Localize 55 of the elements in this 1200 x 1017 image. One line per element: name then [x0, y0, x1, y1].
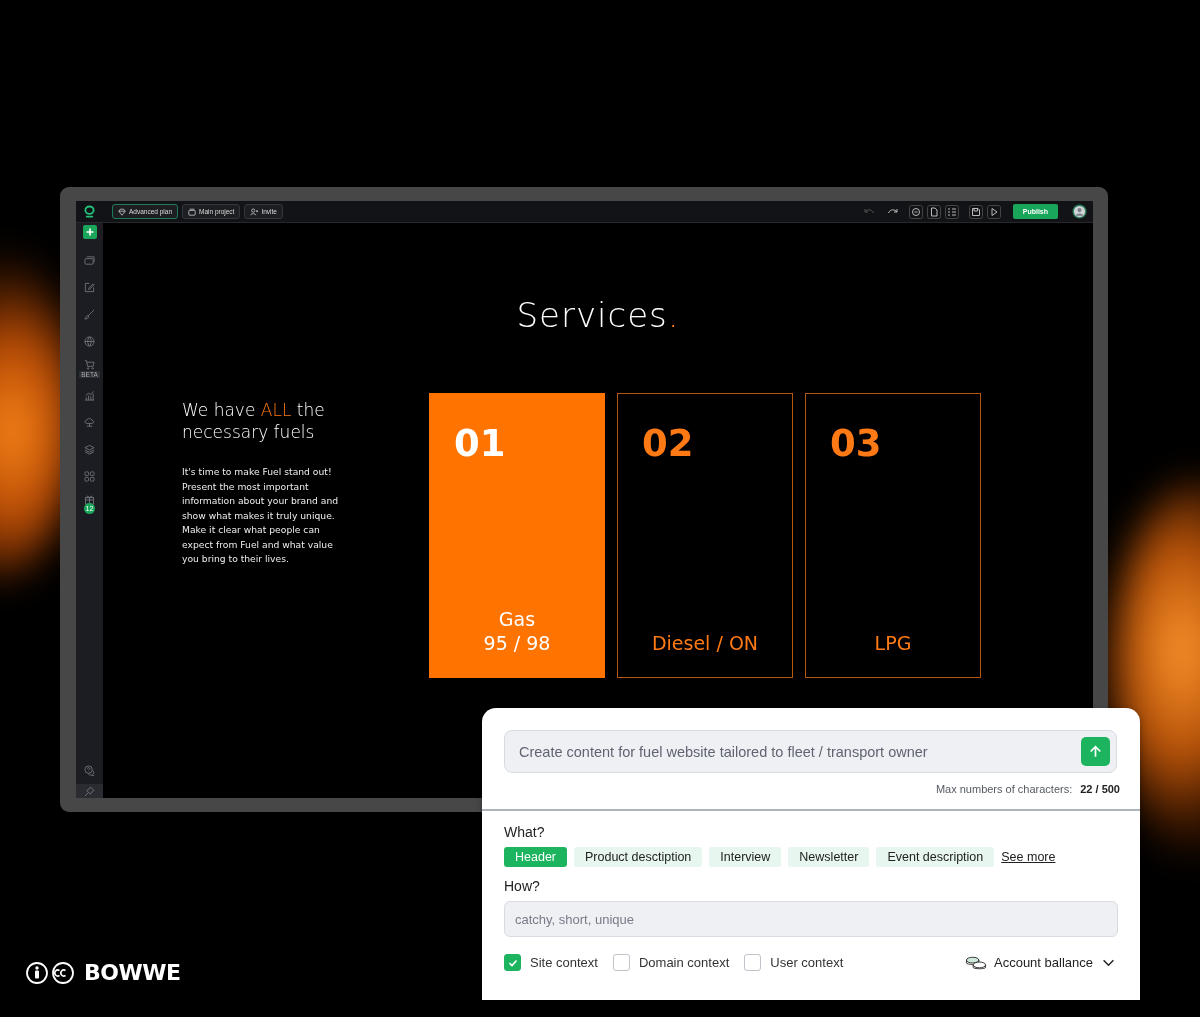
see-more-link[interactable]: See more [1001, 850, 1056, 864]
cards-icon[interactable] [84, 255, 95, 266]
add-user-icon [250, 207, 259, 216]
card-label: Diesel / ON [650, 631, 760, 655]
file-icon[interactable] [926, 204, 941, 219]
creative-commons-icon [52, 961, 74, 984]
chart-icon[interactable] [84, 390, 95, 401]
save-icon[interactable] [968, 204, 983, 219]
section-title: Services. [515, 295, 681, 335]
prompt-input-field[interactable]: Create content for fuel website tailored to fleet / transport owner [504, 730, 1117, 773]
what-label: What? [504, 823, 546, 841]
help-icon[interactable] [84, 765, 95, 776]
checkbox[interactable] [744, 954, 762, 971]
brand-logo: BOWWE [84, 960, 181, 985]
arrow-up-icon [1088, 744, 1103, 759]
logo-icon[interactable] [84, 205, 95, 218]
avatar-icon[interactable] [1072, 204, 1087, 219]
send-button[interactable] [1081, 737, 1110, 766]
checkbox[interactable] [504, 954, 521, 971]
account-balance-dropdown[interactable]: Account ballance [994, 955, 1115, 970]
checkbox-label: Site context [530, 955, 598, 970]
card-number: 02 [641, 424, 695, 464]
section-heading: We have ALL the necessary fuels [182, 399, 326, 443]
checkbox-label: User context [770, 955, 844, 970]
attribution-icon [26, 961, 48, 984]
comment-icon[interactable] [908, 204, 923, 219]
folder-icon [188, 207, 196, 216]
card-number: 03 [829, 424, 883, 464]
globe-icon[interactable] [84, 336, 95, 347]
pin-icon[interactable] [84, 785, 95, 797]
card-label: Gas 95 / 98 [482, 607, 552, 655]
card-number: 01 [453, 424, 507, 464]
style-input-field[interactable]: catchy, short, unique [504, 901, 1118, 937]
coins-icon [965, 954, 988, 971]
checkbox[interactable] [612, 954, 630, 971]
section-paragraph: It's time to make Fuel stand out! Present the most important information about your brand and show what makes it truly unique. Make it clear what people can expect from Fuel and what value you bring to their lives. [182, 465, 340, 566]
how-label: How? [504, 877, 541, 895]
checkbox-label: Domain context [638, 955, 730, 970]
content-type-chip[interactable]: Interview [709, 847, 782, 867]
cloud-icon[interactable] [84, 417, 95, 428]
add-button[interactable] [82, 225, 97, 239]
content-type-chip[interactable]: Event description [876, 847, 995, 867]
card-label: LPG [873, 631, 913, 655]
play-icon[interactable] [986, 204, 1001, 219]
content-type-chip[interactable]: Product desctiption [574, 847, 703, 867]
cart-icon[interactable] [84, 359, 95, 370]
brush-icon[interactable] [84, 309, 95, 320]
gift-icon[interactable] [84, 493, 95, 505]
content-type-chip[interactable]: Newsletter [788, 847, 870, 867]
counter-label: Max numbers of characters: [935, 783, 1073, 795]
edit-icon[interactable] [84, 282, 95, 293]
character-counter: 22 / 500 [1080, 783, 1120, 795]
grid-icon[interactable] [84, 471, 95, 482]
layers-icon[interactable] [84, 444, 95, 455]
diamond-icon [118, 207, 126, 216]
